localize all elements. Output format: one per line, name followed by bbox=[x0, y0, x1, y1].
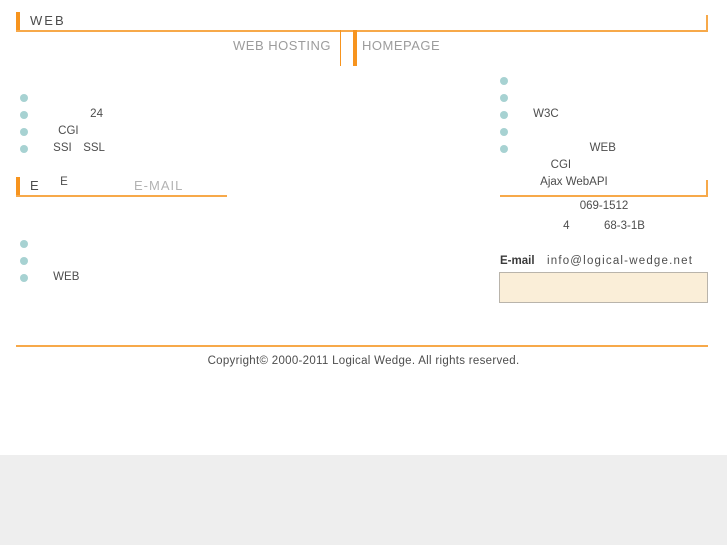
list-item: SSI SSL bbox=[20, 106, 105, 154]
bullet-icon bbox=[500, 111, 508, 119]
email-label: E-mail bbox=[500, 255, 535, 267]
section-title-web: WEB bbox=[30, 13, 66, 28]
list-item: CGI bbox=[20, 89, 105, 137]
email-row: E-mail info@logical-wedge.net bbox=[500, 251, 693, 269]
tab-divider-thin bbox=[340, 30, 341, 66]
mail-form-box[interactable] bbox=[499, 272, 708, 303]
footer-copyright: Copyright© 2000-2011 Logical Wedge. All … bbox=[207, 355, 520, 367]
section-rule-web bbox=[16, 30, 708, 32]
postal-code: 069-1512 bbox=[579, 200, 629, 212]
section-rule-email bbox=[16, 195, 227, 197]
page-bottom-filler bbox=[0, 455, 727, 545]
list-item: WEB bbox=[20, 235, 79, 283]
list-item: 24 bbox=[20, 72, 105, 120]
list-item-label: CGI bbox=[539, 159, 572, 171]
list-item bbox=[20, 123, 105, 140]
bullet-icon bbox=[500, 94, 508, 102]
tab-web-hosting[interactable]: WEB HOSTING bbox=[233, 38, 331, 53]
list-item bbox=[500, 89, 616, 106]
street-address: 4 68-3-1B bbox=[563, 220, 645, 232]
email-left-list: WEB bbox=[20, 235, 79, 286]
section-accent-bar-web bbox=[16, 12, 20, 31]
bullet-icon bbox=[20, 94, 28, 102]
contact-rule-cap bbox=[706, 180, 708, 196]
list-item bbox=[20, 252, 79, 269]
email-address-value[interactable]: info@logical-wedge.net bbox=[547, 255, 693, 267]
list-item: W3C bbox=[500, 72, 616, 120]
list-item-label: Ajax WebAPI bbox=[540, 176, 608, 188]
tab-divider-active bbox=[353, 30, 357, 66]
list-item: CGI bbox=[500, 123, 616, 171]
list-item: Ajax WebAPI bbox=[500, 140, 616, 188]
page-canvas: WEB WEB HOSTING HOMEPAGE 24 CGI SSI SSL … bbox=[0, 0, 727, 455]
bullet-icon bbox=[500, 77, 508, 85]
contact-rule bbox=[500, 195, 708, 197]
section-accent-bar-email bbox=[16, 177, 20, 196]
bullet-icon bbox=[20, 257, 28, 265]
bullet-icon bbox=[500, 145, 508, 153]
bullet-icon bbox=[500, 128, 508, 136]
bullet-icon bbox=[20, 111, 28, 119]
list-item bbox=[20, 269, 79, 286]
bullet-icon bbox=[20, 274, 28, 282]
bullet-icon bbox=[20, 145, 28, 153]
web-left-list: 24 CGI SSI SSL E bbox=[20, 72, 105, 188]
bullet-icon bbox=[20, 240, 28, 248]
bullet-icon bbox=[20, 128, 28, 136]
list-item: WEB bbox=[500, 106, 616, 154]
section-title-email: E bbox=[30, 178, 41, 193]
list-item: E bbox=[20, 140, 105, 188]
section-rule-cap-web bbox=[706, 15, 708, 31]
tab-homepage[interactable]: HOMEPAGE bbox=[362, 38, 440, 53]
web-right-list: W3C WEB CGI Ajax WebAPI bbox=[500, 72, 616, 188]
footer-rule bbox=[16, 345, 708, 347]
section-subtitle-email: E-MAIL bbox=[134, 178, 184, 193]
